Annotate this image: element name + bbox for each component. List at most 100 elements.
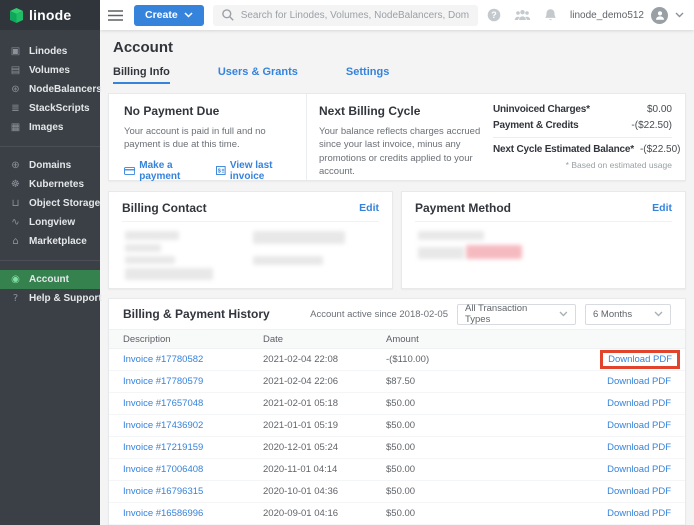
invoice-link[interactable]: Invoice #17780582 <box>123 354 263 365</box>
tab-users-grants[interactable]: Users & Grants <box>218 66 298 84</box>
invoice-table-row: Invoice #17780579 2021-02-04 22:06 $87.5… <box>109 371 685 393</box>
download-pdf-cell: Download PDF <box>607 442 671 453</box>
linode-logo-icon <box>9 7 24 24</box>
invoice-table-row: Invoice #17436902 2021-01-01 05:19 $50.0… <box>109 415 685 437</box>
sidebar-item-longview[interactable]: ∿ Longview <box>0 213 100 232</box>
invoice-link[interactable]: Invoice #17780579 <box>123 376 263 387</box>
charges-divider <box>493 137 672 138</box>
invoice-link[interactable]: Invoice #17219159 <box>123 442 263 453</box>
download-pdf-link[interactable]: Download PDF <box>607 398 671 409</box>
sidebar-group-services: ⊕ Domains ☸ Kubernetes ⊔ Object Storage … <box>0 156 100 251</box>
help-circle-icon: ? <box>9 294 22 304</box>
download-pdf-link[interactable]: Download PDF <box>607 464 671 475</box>
tab-settings[interactable]: Settings <box>346 66 389 84</box>
view-last-invoice-link[interactable]: $ View last invoice <box>216 160 294 182</box>
sidebar-item-images[interactable]: ▦ Images <box>0 118 100 137</box>
transaction-types-select[interactable]: All Transaction Types <box>457 304 576 325</box>
payment-status-description: Your account is paid in full and no paym… <box>124 125 294 152</box>
sidebar-item-account[interactable]: ◉ Account <box>0 270 100 289</box>
kubernetes-icon: ☸ <box>9 180 22 190</box>
payment-method-header: Payment Method Edit <box>415 201 672 222</box>
create-button[interactable]: Create <box>134 5 204 26</box>
sidebar-item-stackscripts[interactable]: ≣ StackScripts <box>0 99 100 118</box>
sidebar-item-marketplace[interactable]: ⌂ Marketplace <box>0 232 100 251</box>
search-input[interactable] <box>241 10 469 21</box>
redacted-content <box>125 244 161 252</box>
billing-history-title: Billing & Payment History <box>123 307 270 321</box>
invoice-date: 2021-02-04 22:06 <box>263 376 386 387</box>
linode-cloud-manager: linode ▣ Linodes ▤ Volumes ⊛ NodeBalance… <box>0 0 694 525</box>
download-pdf-cell-highlighted: Download PDF <box>600 350 680 369</box>
tab-billing-info[interactable]: Billing Info <box>113 66 170 84</box>
download-pdf-link[interactable]: Download PDF <box>607 376 671 387</box>
sidebar-item-kubernetes[interactable]: ☸ Kubernetes <box>0 175 100 194</box>
invoice-link[interactable]: Invoice #17006408 <box>123 464 263 475</box>
invoice-table-row: Invoice #16796315 2020-10-01 04:36 $50.0… <box>109 481 685 503</box>
sidebar-nav: ▣ Linodes ▤ Volumes ⊛ NodeBalancers ≣ St… <box>0 30 100 308</box>
notifications-button[interactable] <box>544 8 557 22</box>
estimated-balance-row: Next Cycle Estimated Balance* -($22.50) <box>493 144 672 155</box>
redacted-contact-column <box>125 231 213 284</box>
edit-billing-contact-link[interactable]: Edit <box>359 202 379 214</box>
sidebar-item-object-storage[interactable]: ⊔ Object Storage <box>0 194 100 213</box>
sidebar-item-domains[interactable]: ⊕ Domains <box>0 156 100 175</box>
redacted-content <box>125 268 213 280</box>
invoice-link[interactable]: Invoice #16796315 <box>123 486 263 497</box>
invoice-table-row: Invoice #17006408 2020-11-01 04:14 $50.0… <box>109 459 685 481</box>
download-pdf-cell: Download PDF <box>607 486 671 497</box>
billing-contact-header: Billing Contact Edit <box>122 201 379 222</box>
chevron-down-icon <box>559 311 568 317</box>
invoice-amount: $50.00 <box>386 508 497 519</box>
period-value: 6 Months <box>593 309 632 320</box>
sidebar-item-volumes[interactable]: ▤ Volumes <box>0 61 100 80</box>
invoice-date: 2020-09-01 04:16 <box>263 508 386 519</box>
download-pdf-link[interactable]: Download PDF <box>607 486 671 497</box>
chevron-down-icon <box>184 12 193 18</box>
transaction-types-value: All Transaction Types <box>465 303 553 325</box>
redacted-content <box>418 247 464 259</box>
sidebar-item-linodes[interactable]: ▣ Linodes <box>0 42 100 61</box>
download-pdf-link[interactable]: Download PDF <box>607 508 671 519</box>
download-pdf-link[interactable]: Download PDF <box>607 442 671 453</box>
invoice-link[interactable]: Invoice #16586996 <box>123 508 263 519</box>
download-pdf-cell: Download PDF <box>607 398 671 409</box>
help-button[interactable]: ? <box>487 8 501 22</box>
avatar <box>651 7 668 24</box>
help-circle-icon: ? <box>487 8 501 22</box>
download-pdf-link[interactable]: Download PDF <box>608 354 672 365</box>
invoice-link[interactable]: Invoice #17657048 <box>123 398 263 409</box>
redacted-content <box>253 256 323 265</box>
download-pdf-cell: Download PDF <box>607 420 671 431</box>
payment-method-content <box>418 231 672 259</box>
username: linode_demo512 <box>570 10 644 21</box>
column-amount: Amount <box>386 334 671 345</box>
column-description: Description <box>123 334 263 345</box>
marketplace-icon: ⌂ <box>9 237 22 247</box>
invoice-date: 2020-11-01 04:14 <box>263 464 386 475</box>
invoice-date: 2020-10-01 04:36 <box>263 486 386 497</box>
edit-payment-method-link[interactable]: Edit <box>652 202 672 214</box>
payment-links: Make a payment $ View last invoice <box>124 160 294 182</box>
make-payment-link[interactable]: Make a payment <box>124 160 201 182</box>
user-icon <box>655 10 665 20</box>
invoice-link[interactable]: Invoice #17436902 <box>123 420 263 431</box>
download-pdf-link[interactable]: Download PDF <box>607 420 671 431</box>
sidebar: linode ▣ Linodes ▤ Volumes ⊛ NodeBalance… <box>0 0 100 525</box>
longview-icon: ∿ <box>9 218 22 228</box>
payment-credits-value: -($22.50) <box>631 120 672 131</box>
hamburger-menu-icon[interactable] <box>106 8 125 23</box>
redacted-content <box>253 231 345 244</box>
invoice-icon: $ <box>216 165 226 176</box>
chevron-down-icon <box>675 12 684 18</box>
invoice-table-row: Invoice #17657048 2021-02-01 05:18 $50.0… <box>109 393 685 415</box>
sidebar-item-help-support[interactable]: ? Help & Support <box>0 289 100 308</box>
invoice-table-row: Invoice #17219159 2020-12-01 05:24 $50.0… <box>109 437 685 459</box>
billing-history-card: Billing & Payment History Account active… <box>108 298 686 525</box>
invoice-date: 2021-02-01 05:18 <box>263 398 386 409</box>
sidebar-item-nodebalancers[interactable]: ⊛ NodeBalancers <box>0 80 100 99</box>
user-menu[interactable]: linode_demo512 <box>570 7 684 24</box>
community-button[interactable] <box>514 9 531 21</box>
linode-logo[interactable]: linode <box>0 0 100 30</box>
view-last-invoice-label: View last invoice <box>230 160 294 182</box>
period-select[interactable]: 6 Months <box>585 304 671 325</box>
